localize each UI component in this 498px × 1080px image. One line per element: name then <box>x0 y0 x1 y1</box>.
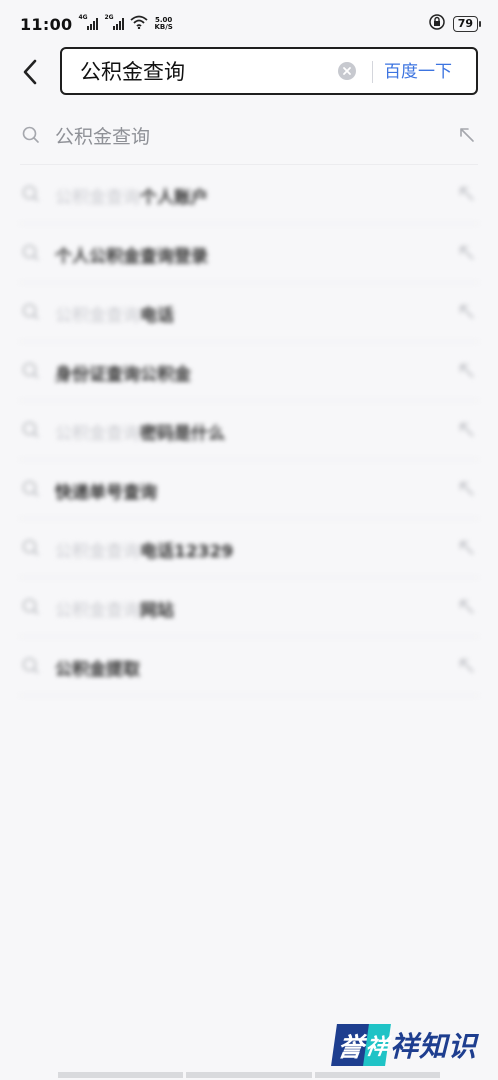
bottom-segment <box>314 1072 440 1078</box>
suggestion-item[interactable]: 个人公积金查询登录 <box>20 224 478 283</box>
fill-arrow-icon[interactable] <box>458 539 476 557</box>
search-row: 百度一下 <box>0 45 498 99</box>
watermark-text: 祥知识 <box>390 1030 478 1063</box>
suggestion-part: 公积金查询 <box>55 424 140 444</box>
search-icon <box>22 657 39 674</box>
network-speed: 5.00 KB/S <box>154 17 172 31</box>
suggestion-part: 电话 <box>140 306 174 326</box>
lock-icon <box>428 14 445 34</box>
search-icon <box>22 421 39 438</box>
suggestion-item[interactable]: 公积金查询个人账户 <box>20 165 478 224</box>
bottom-bar <box>58 1072 440 1080</box>
suggestion-item[interactable]: 公积金查询密码是什么 <box>20 401 478 460</box>
search-icon <box>22 539 39 556</box>
signal-tag-2: 2G <box>104 14 114 21</box>
suggestion-text: 公积金查询个人账户 <box>55 183 208 208</box>
suggestion-part: 公积金提取 <box>55 660 140 680</box>
back-arrow-icon <box>23 59 37 85</box>
suggestion-part: 密码是什么 <box>140 424 225 444</box>
speed-unit: KB/S <box>154 23 173 31</box>
search-icon <box>22 362 39 379</box>
suggestion-text: 公积金查询 <box>55 122 150 149</box>
suggestion-part: 身份证查询公积金 <box>55 365 191 385</box>
suggestion-item[interactable]: 身份证查询公积金 <box>20 342 478 401</box>
status-left: 11:00 4G 2G 5.00 KB/S <box>20 14 173 34</box>
suggestion-item[interactable]: 公积金查询 <box>20 106 478 165</box>
search-icon <box>22 480 39 497</box>
suggestion-part: 公积金查询 <box>55 188 140 208</box>
suggestion-part: 个人公积金查询登录 <box>55 247 208 267</box>
suggestion-item[interactable]: 公积金提取 <box>20 637 478 696</box>
suggestion-text: 公积金查询密码是什么 <box>55 419 225 444</box>
status-time: 11:00 <box>20 14 73 34</box>
search-icon <box>22 185 39 202</box>
search-icon <box>22 598 39 615</box>
search-input[interactable] <box>80 55 330 87</box>
search-submit-button[interactable]: 百度一下 <box>384 57 452 87</box>
clear-icon[interactable] <box>338 62 356 80</box>
suggestion-part: 网站 <box>140 601 174 621</box>
back-button[interactable] <box>12 53 48 91</box>
status-right: 79 <box>428 14 482 34</box>
suggestion-part: 个人账户 <box>140 188 208 208</box>
suggestion-text: 公积金查询电话12329 <box>55 537 233 562</box>
fill-arrow-icon[interactable] <box>458 126 476 144</box>
search-box: 百度一下 <box>60 47 478 95</box>
suggestion-item[interactable]: 公积金查询网站 <box>20 578 478 637</box>
watermark-char: 祥 <box>363 1024 391 1066</box>
bottom-segment <box>58 1072 184 1078</box>
signal-strength-icon: 4G <box>78 14 99 30</box>
suggestion-item[interactable]: 快递单号查询 <box>20 460 478 519</box>
suggestion-part: 电话12329 <box>140 542 234 562</box>
signal-tag: 4G <box>78 14 88 21</box>
bottom-segment <box>186 1072 312 1078</box>
suggestion-part: 快递单号查询 <box>55 483 157 503</box>
search-icon <box>22 303 39 320</box>
suggestion-part: 公积金查询 <box>55 542 140 562</box>
fill-arrow-icon[interactable] <box>458 244 476 262</box>
signal-strength-icon-2: 2G <box>104 14 125 30</box>
suggestion-part: 公积金查询 <box>55 601 140 621</box>
battery-indicator: 79 <box>452 16 482 32</box>
suggestion-text: 身份证查询公积金 <box>55 360 191 385</box>
status-bar: 11:00 4G 2G 5.00 KB/S 79 <box>0 0 498 48</box>
fill-arrow-icon[interactable] <box>458 303 476 321</box>
suggestion-text: 公积金提取 <box>55 655 140 680</box>
suggestion-item[interactable]: 公积金查询电话12329 <box>20 519 478 578</box>
suggestion-part: 公积金查询 <box>55 126 151 148</box>
fill-arrow-icon[interactable] <box>458 362 476 380</box>
fill-arrow-icon[interactable] <box>458 657 476 675</box>
suggestion-text: 公积金查询网站 <box>55 596 174 621</box>
search-icon <box>22 244 39 261</box>
search-icon <box>22 126 39 143</box>
fill-arrow-icon[interactable] <box>458 185 476 203</box>
divider <box>372 61 373 83</box>
suggestion-item[interactable]: 公积金查询电话 <box>20 283 478 342</box>
suggestion-text: 公积金查询电话 <box>55 301 174 326</box>
suggestion-list: 公积金查询 公积金查询个人账户 个人公积金查询登录 公积金查询电话 身份证查询公… <box>20 106 478 696</box>
suggestion-part: 公积金查询 <box>55 306 140 326</box>
suggestion-text: 个人公积金查询登录 <box>55 242 208 267</box>
fill-arrow-icon[interactable] <box>458 421 476 439</box>
fill-arrow-icon[interactable] <box>458 598 476 616</box>
wifi-icon <box>130 15 149 33</box>
watermark-logo: 誉 祥 祥知识 <box>331 1023 478 1067</box>
fill-arrow-icon[interactable] <box>458 480 476 498</box>
suggestion-text: 快递单号查询 <box>55 478 157 503</box>
